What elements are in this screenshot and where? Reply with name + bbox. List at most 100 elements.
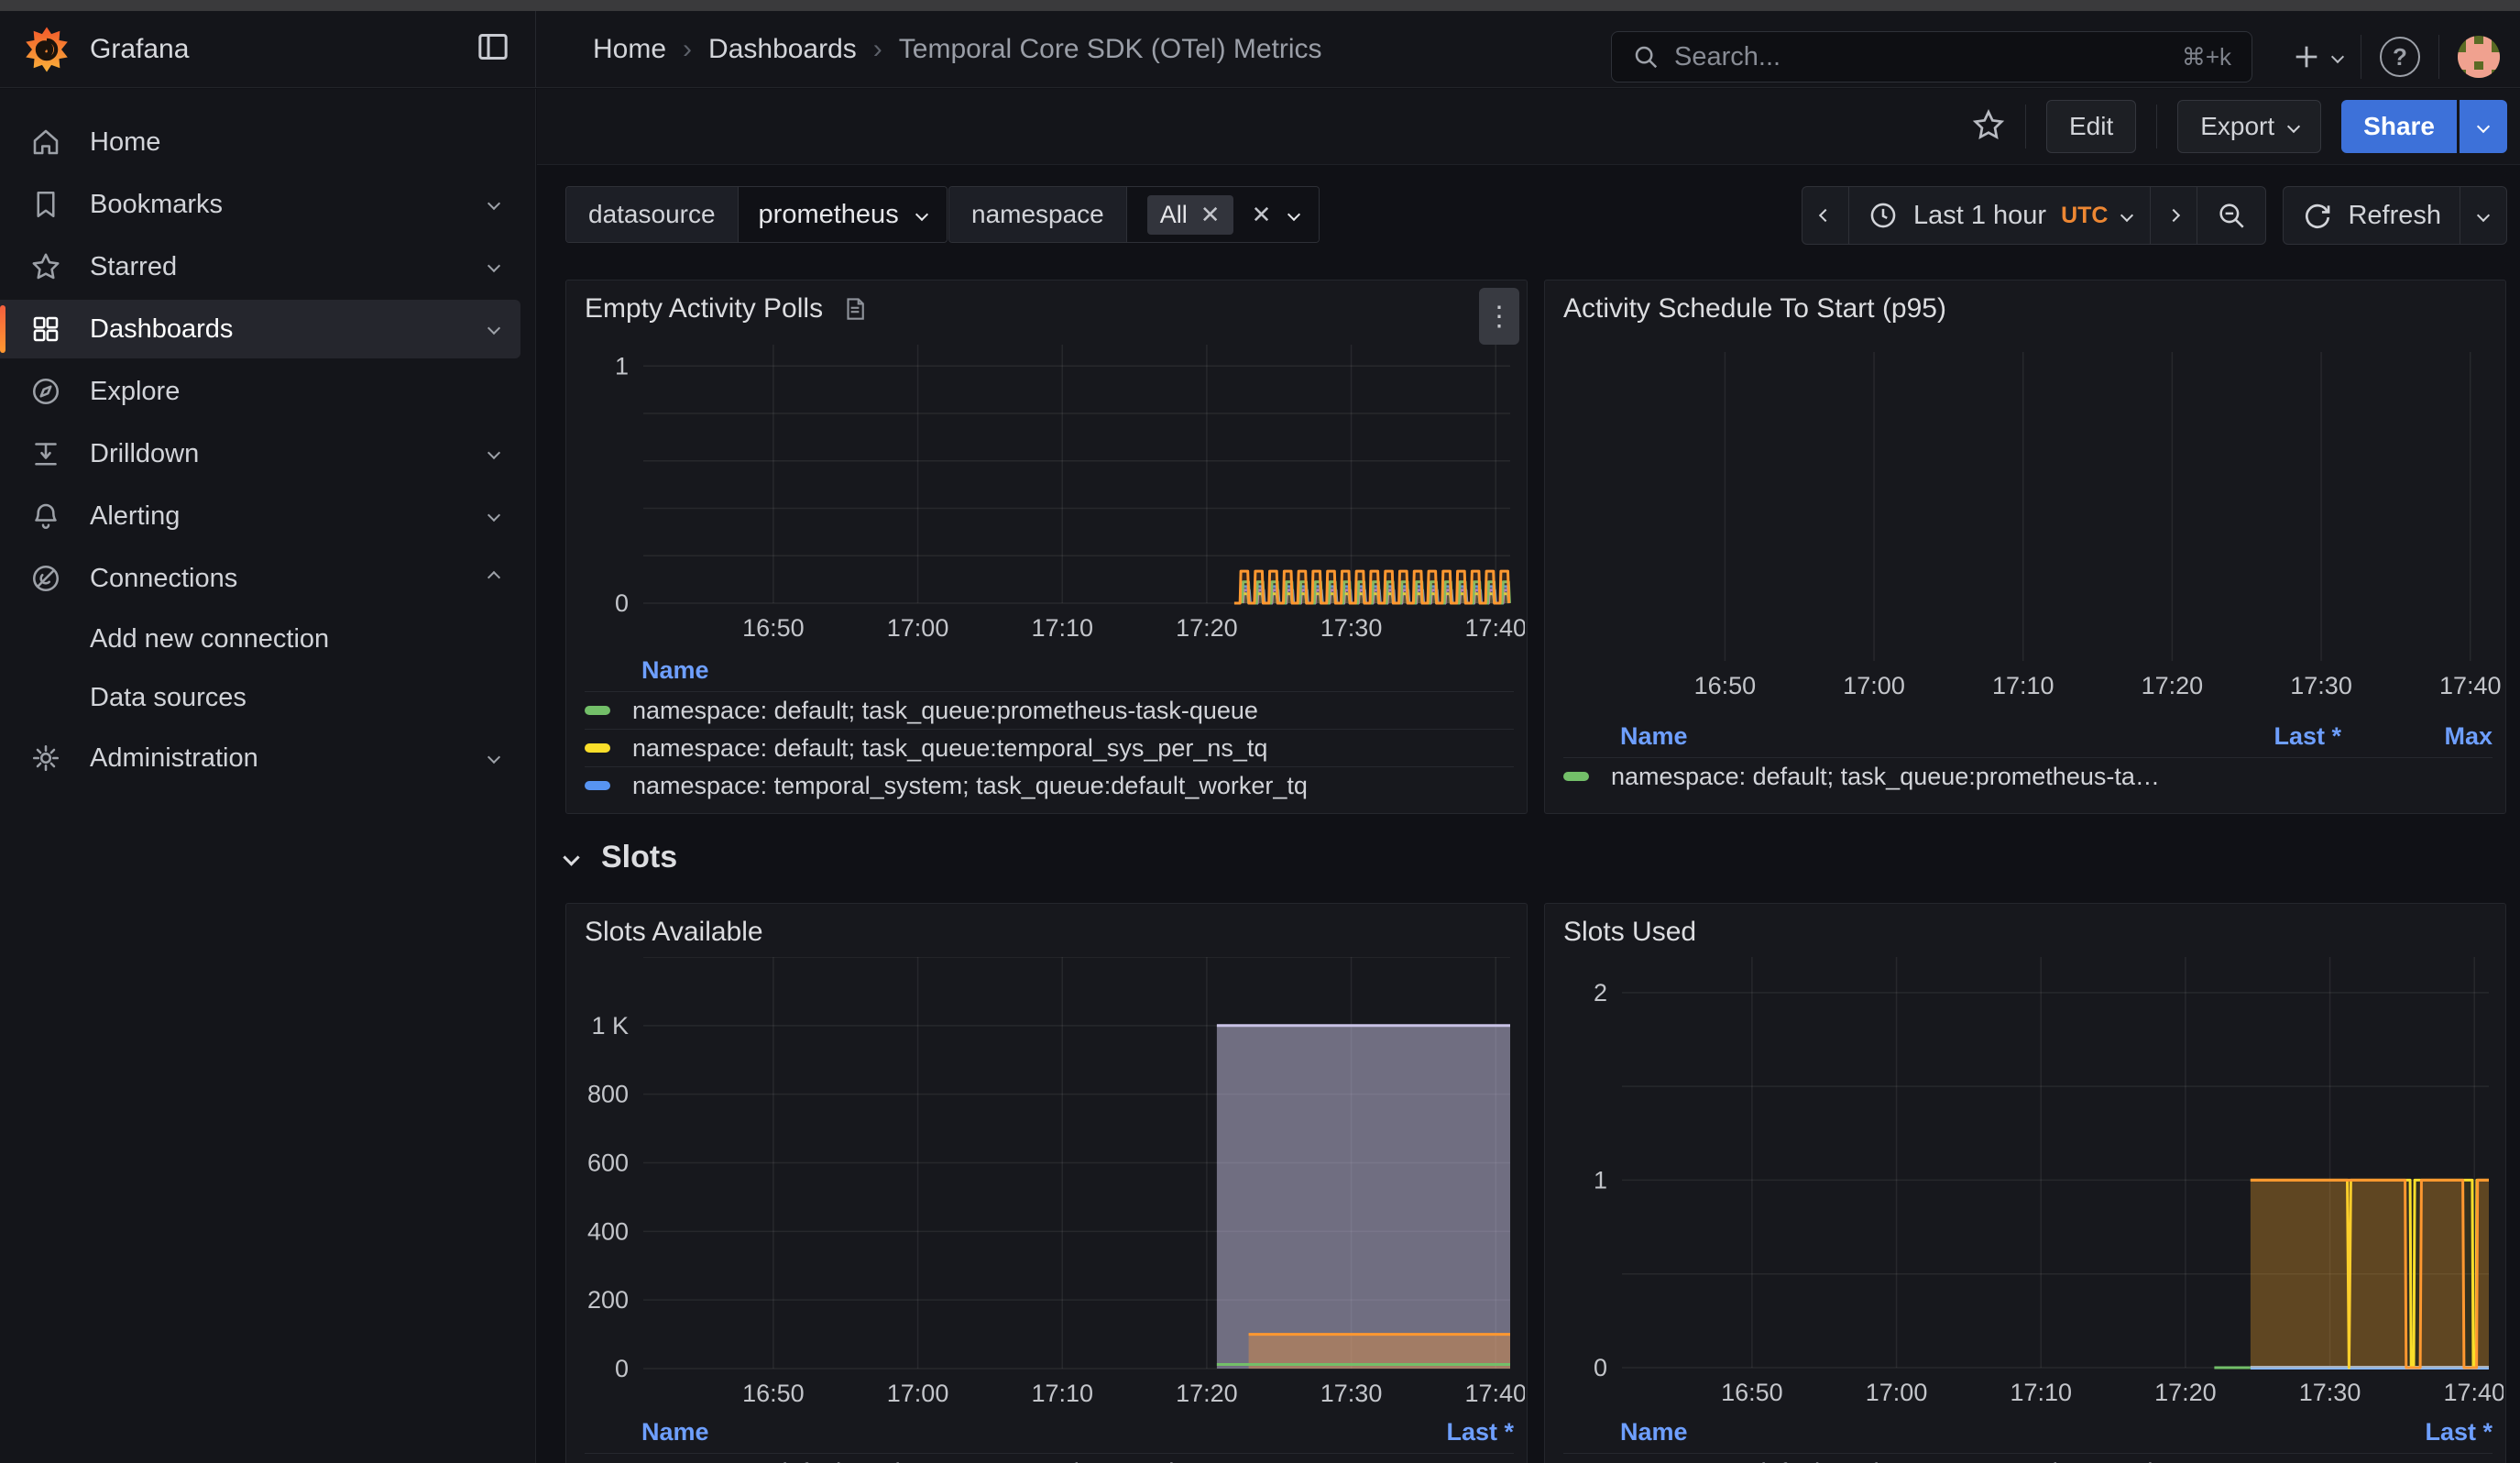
legend-column-last[interactable]: Last *: [2318, 1418, 2493, 1446]
refresh-interval-button[interactable]: [2460, 187, 2506, 244]
sidebar-item-data-sources[interactable]: Data sources: [0, 670, 520, 725]
drilldown-icon: [27, 437, 64, 470]
sidebar-item-label: Dashboards: [90, 314, 233, 345]
sidebar-item-connections[interactable]: Connections: [0, 549, 520, 608]
chevron-down-icon: [489, 508, 499, 524]
svg-text:17:20: 17:20: [1176, 614, 1238, 642]
datasource-select[interactable]: prometheus: [738, 187, 947, 242]
refresh-group: Refresh: [2283, 186, 2507, 245]
legend-row[interactable]: namespace: default; task_queue:prometheu…: [1563, 757, 2493, 795]
legend-column-name[interactable]: Name: [1620, 1418, 1688, 1446]
chart-canvas[interactable]: 16:5017:0017:1017:2017:3017:40210: [1547, 957, 2504, 1408]
activity-schedule-chart[interactable]: 16:5017:0017:1017:2017:3017:40: [1547, 345, 2504, 711]
panel-description-icon[interactable]: [841, 294, 869, 324]
panel-empty-activity-polls: Empty Activity Polls ⋮ 16:5017:0017:1017…: [565, 280, 1528, 814]
series-name: namespace: default; task_queue:prometheu…: [1611, 1458, 2318, 1463]
sidebar-item-add-new-connection[interactable]: Add new connection: [0, 611, 520, 666]
chevron-left-icon: [1819, 209, 1832, 222]
sidebar-item-label: Alerting: [90, 501, 180, 532]
sidebar-item-starred[interactable]: Starred: [0, 237, 520, 296]
divider: [2156, 104, 2157, 148]
share-button[interactable]: Share: [2341, 100, 2457, 153]
share-split-button: Share: [2341, 100, 2507, 153]
legend-column-last[interactable]: Last *: [2167, 722, 2341, 751]
sidebar-item-bookmarks[interactable]: Bookmarks: [0, 175, 520, 234]
refresh-label: Refresh: [2348, 201, 2441, 231]
time-shift-back-button[interactable]: [1802, 187, 1848, 244]
legend-column-max[interactable]: Max: [2341, 722, 2493, 751]
legend-row[interactable]: namespace: default; task_queue:prometheu…: [1563, 1453, 2493, 1463]
legend-column-name[interactable]: Name: [641, 1418, 709, 1446]
slots-available-chart[interactable]: 16:5017:0017:1017:2017:3017:401 K8006004…: [568, 957, 1525, 1408]
panel-slots-used: Slots Used 16:5017:0017:1017:2017:3017:4…: [1544, 903, 2506, 1463]
sidebar-item-explore[interactable]: Explore: [0, 362, 520, 421]
time-range-picker[interactable]: Last 1 hour UTC: [1848, 187, 2151, 244]
legend-row[interactable]: namespace: temporal_system; task_queue:d…: [585, 766, 1514, 804]
sidebar-item-administration[interactable]: Administration: [0, 729, 520, 787]
header-brand-area: Grafana: [0, 11, 536, 87]
panel-title[interactable]: Slots Available: [585, 917, 763, 948]
sidebar-item-drilldown[interactable]: Drilldown: [0, 424, 520, 483]
search-input[interactable]: Search... ⌘+k: [1611, 31, 2252, 82]
refresh-button[interactable]: Refresh: [2284, 187, 2460, 244]
panel-title[interactable]: Activity Schedule To Start (p95): [1563, 293, 1946, 324]
svg-text:200: 200: [587, 1286, 629, 1314]
panel-title[interactable]: Empty Activity Polls: [585, 293, 869, 324]
sidebar-item-label: Bookmarks: [90, 190, 223, 220]
panel-activity-schedule-to-start: Activity Schedule To Start (p95) 16:50 17…: [1544, 280, 2506, 814]
chevron-down-icon: [563, 849, 579, 865]
share-dropdown-button[interactable]: [2460, 100, 2507, 153]
legend-row[interactable]: namespace: default; task_queue:prometheu…: [585, 1453, 1514, 1463]
user-avatar[interactable]: [2458, 36, 2500, 78]
sidebar-item-alerting[interactable]: Alerting: [0, 487, 520, 545]
svg-text:17:40: 17:40: [2439, 672, 2502, 699]
grafana-logo: [22, 25, 71, 74]
export-button[interactable]: Export: [2177, 100, 2321, 153]
legend-row[interactable]: namespace: default; task_queue:prometheu…: [585, 691, 1514, 729]
series-name: namespace: default; task_queue:prometheu…: [1611, 763, 2167, 791]
sidebar-item-label: Explore: [90, 377, 180, 407]
legend-column-name[interactable]: Name: [1620, 722, 1688, 751]
chart-canvas[interactable]: 16:5017:0017:1017:2017:3017:401 K8006004…: [568, 957, 1525, 1408]
window-title-strip: [0, 0, 2520, 11]
star-dashboard-button[interactable]: [1972, 108, 2005, 146]
panel-title[interactable]: Slots Used: [1563, 917, 1696, 948]
namespace-select[interactable]: All ✕ ✕: [1126, 187, 1320, 242]
clock-icon: [1868, 200, 1899, 231]
svg-text:17:30: 17:30: [2290, 672, 2352, 699]
sidebar-item-home[interactable]: Home: [0, 113, 520, 171]
time-shift-forward-button[interactable]: [2150, 187, 2197, 244]
divider: [2438, 35, 2439, 79]
namespace-chip[interactable]: All ✕: [1147, 195, 1233, 235]
sidebar-item-label: Connections: [90, 564, 237, 594]
new-button[interactable]: [2291, 41, 2342, 72]
legend-column-last[interactable]: Last *: [1340, 1418, 1514, 1446]
empty-activity-polls-chart[interactable]: 16:5017:0017:1017:2017:3017:4010: [568, 345, 1525, 647]
sidebar-toggle-icon[interactable]: [475, 28, 511, 70]
slots-section-toggle[interactable]: Slots: [565, 840, 677, 875]
legend-column-name[interactable]: Name: [641, 656, 709, 685]
chevron-down-icon: [489, 321, 499, 337]
legend-row[interactable]: namespace: default; task_queue:temporal_…: [585, 729, 1514, 766]
time-controls: Last 1 hour UTC Refresh: [1802, 186, 2507, 245]
gear-icon: [27, 742, 64, 775]
clear-all-icon[interactable]: ✕: [1252, 201, 1272, 229]
svg-text:1: 1: [615, 352, 629, 380]
breadcrumb-item[interactable]: Dashboards: [708, 34, 857, 65]
chart-canvas[interactable]: 16:5017:0017:1017:2017:3017:40: [1547, 345, 2504, 711]
edit-button[interactable]: Edit: [2046, 100, 2136, 153]
help-button[interactable]: ?: [2380, 37, 2420, 77]
slots-used-chart[interactable]: 16:5017:0017:1017:2017:3017:40210: [1547, 957, 2504, 1408]
zoom-out-button[interactable]: [2197, 187, 2265, 244]
legend: Name Last * namespace: default; task_queue…: [1563, 1411, 2493, 1463]
sidebar-item-dashboards[interactable]: Dashboards: [0, 300, 520, 358]
breadcrumb-item[interactable]: Home: [593, 34, 666, 65]
chart-canvas[interactable]: 16:5017:0017:1017:2017:3017:4010: [568, 345, 1525, 647]
svg-text:17:00: 17:00: [1866, 1379, 1928, 1406]
time-range-group: Last 1 hour UTC: [1802, 186, 2267, 245]
remove-value-icon[interactable]: ✕: [1200, 201, 1221, 229]
chevron-down-icon: [2331, 50, 2344, 63]
chevron-up-icon: [489, 570, 499, 587]
svg-text:16:50: 16:50: [1694, 672, 1757, 699]
panel-menu-button[interactable]: ⋮: [1479, 288, 1519, 345]
